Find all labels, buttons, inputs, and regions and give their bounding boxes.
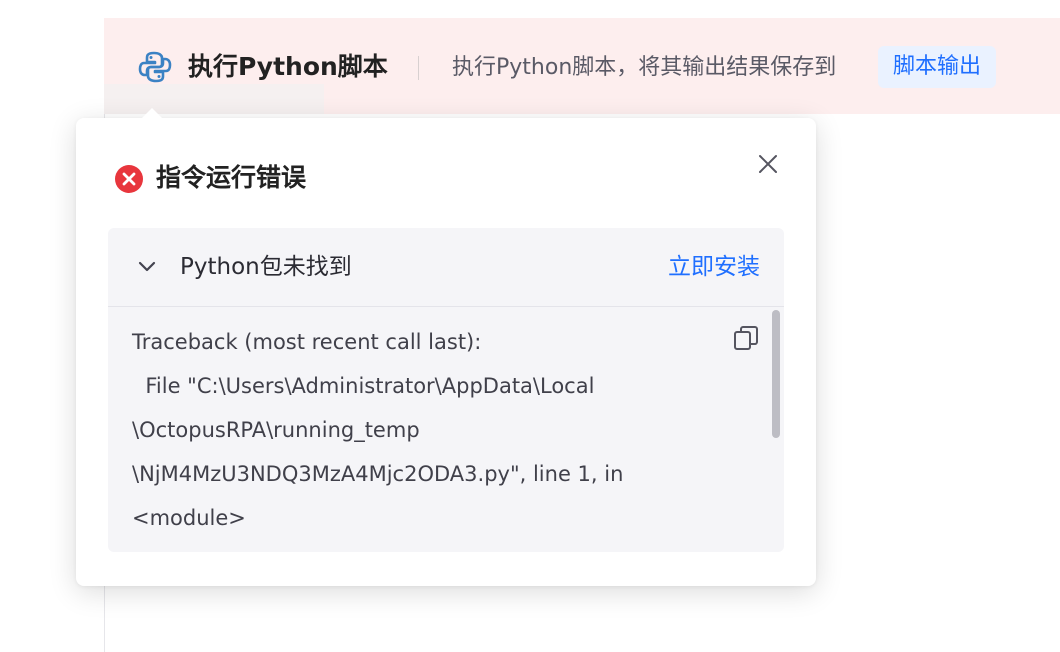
step-header[interactable]: 执行Python脚本 执行Python脚本，将其输出结果保存到 脚本输出 bbox=[104, 18, 1060, 114]
step-title: 执行Python脚本 bbox=[188, 52, 388, 81]
step-description: 执行Python脚本，将其输出结果保存到 bbox=[452, 55, 837, 80]
header-divider bbox=[418, 56, 419, 80]
close-icon[interactable] bbox=[756, 152, 780, 176]
error-type-label: Python包未找到 bbox=[180, 254, 352, 280]
error-circle-icon bbox=[115, 165, 143, 193]
copy-icon[interactable] bbox=[732, 324, 760, 352]
error-popover: 指令运行错误 Python包未找到 立即安装 Traceback (most r… bbox=[76, 108, 816, 586]
chevron-down-icon[interactable] bbox=[136, 256, 158, 278]
traceback-line: \OctopusRPA\running_temp bbox=[132, 418, 420, 442]
traceback-line: File "C:\Users\Administrator\AppData\Loc… bbox=[132, 374, 595, 398]
header-shadow-band bbox=[104, 84, 324, 114]
error-detail-panel: Python包未找到 立即安装 Traceback (most recent c… bbox=[108, 228, 784, 552]
error-detail-header[interactable]: Python包未找到 立即安装 bbox=[108, 228, 784, 307]
traceback-line: <module> bbox=[132, 506, 246, 530]
traceback-scrollbar[interactable] bbox=[772, 310, 780, 438]
python-icon bbox=[138, 51, 172, 83]
output-variable-tag[interactable]: 脚本输出 bbox=[878, 46, 997, 88]
install-now-link[interactable]: 立即安装 bbox=[668, 248, 760, 286]
traceback-line: Traceback (most recent call last): bbox=[132, 330, 482, 354]
traceback-line: \NjM4MzU3NDQ3MzA4Mjc2ODA3.py", line 1, i… bbox=[132, 462, 624, 486]
popover-arrow bbox=[140, 108, 164, 120]
traceback-text: Traceback (most recent call last): File … bbox=[132, 320, 692, 540]
error-title: 指令运行错误 bbox=[156, 163, 307, 192]
